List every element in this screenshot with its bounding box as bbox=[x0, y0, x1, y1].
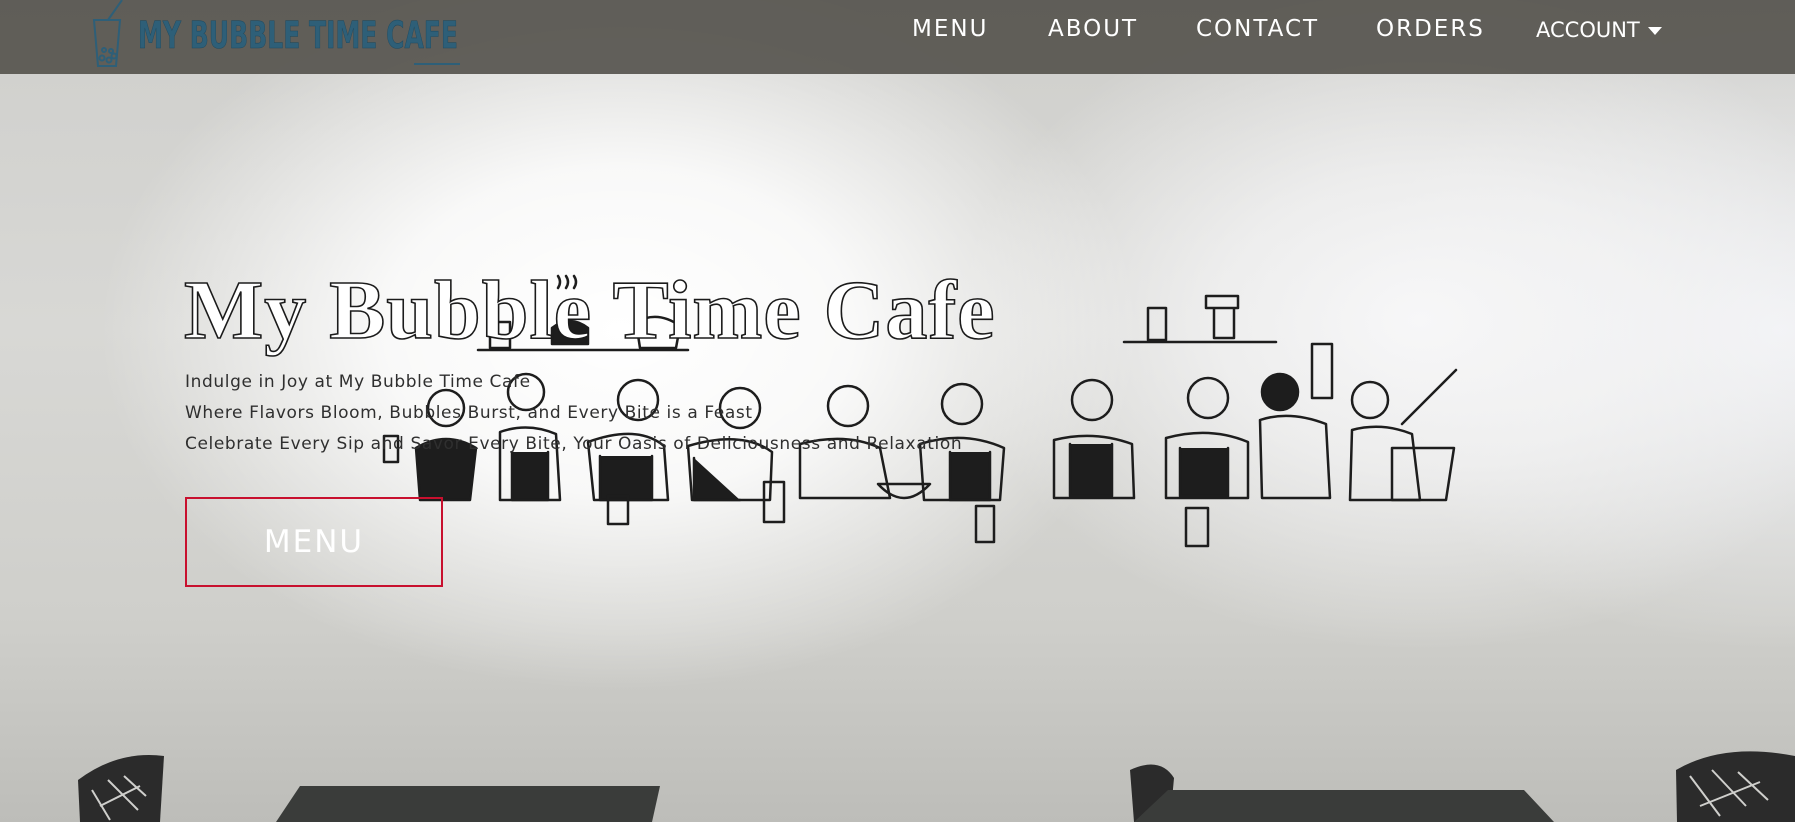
hero-title: My Bubble Time Cafe bbox=[183, 263, 996, 358]
nav-about[interactable]: ABOUT bbox=[1048, 16, 1138, 42]
navbar: MY BUBBLE TIME CAFE MENU ABOUT CONTACT O… bbox=[0, 0, 1795, 74]
nav-account-dropdown[interactable]: ACCOUNT bbox=[1536, 18, 1662, 42]
hero-tagline-1: Indulge in Joy at My Bubble Time Cafe bbox=[185, 372, 531, 392]
nav-contact[interactable]: CONTACT bbox=[1196, 16, 1319, 42]
nav-menu[interactable]: MENU bbox=[912, 16, 988, 42]
bubble-tea-cup-icon: MY BUBBLE TIME CAFE bbox=[92, 0, 460, 67]
menu-button[interactable]: MENU bbox=[185, 497, 443, 587]
caret-down-icon bbox=[1647, 27, 1662, 35]
logo-text: MY BUBBLE TIME CAFE bbox=[138, 14, 458, 57]
hero-tagline-3: Celebrate Every Sip and Savor Every Bite… bbox=[185, 434, 963, 454]
nav-orders[interactable]: ORDERS bbox=[1376, 16, 1485, 42]
nav-account-label: ACCOUNT bbox=[1536, 18, 1640, 42]
brand-logo[interactable]: MY BUBBLE TIME CAFE bbox=[88, 0, 468, 79]
hero-tagline-2: Where Flavors Bloom, Bubbles Burst, and … bbox=[185, 403, 753, 423]
